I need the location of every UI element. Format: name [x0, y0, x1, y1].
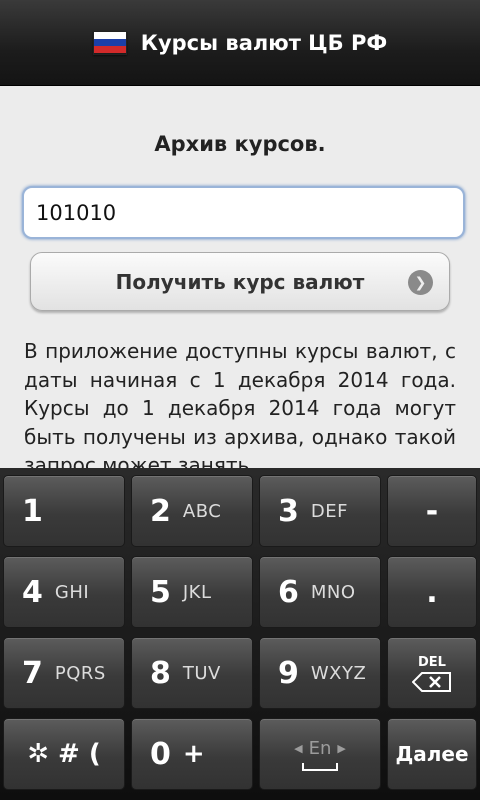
title-bar: Курсы валют ЦБ РФ	[0, 0, 480, 86]
date-input[interactable]: 101010	[22, 186, 465, 239]
get-rates-label: Получить курс валют	[115, 269, 365, 294]
chevron-right-icon: ❯	[408, 270, 433, 295]
key-6[interactable]: 6 MNO	[259, 556, 381, 628]
language-label: En	[308, 737, 332, 759]
arrow-left-icon: ◀	[294, 741, 303, 755]
archive-panel: Архив курсов. 101010 Получить курс валют…	[0, 86, 480, 468]
next-key[interactable]: Далее	[387, 718, 477, 790]
space-icon	[302, 762, 338, 771]
language-space-key[interactable]: ◀ En ▶	[259, 718, 381, 790]
key-8[interactable]: 8 TUV	[131, 637, 253, 709]
archive-heading: Архив курсов.	[154, 132, 326, 156]
key-5[interactable]: 5 JKL	[131, 556, 253, 628]
key-3[interactable]: 3 DEF	[259, 475, 381, 547]
key-0[interactable]: 0 +	[131, 718, 253, 790]
delete-key[interactable]: DEL	[387, 637, 477, 709]
key-minus[interactable]: -	[387, 475, 477, 547]
get-rates-button[interactable]: Получить курс валют ❯	[30, 252, 450, 311]
numeric-keyboard: 1 2 ABC 3 DEF - 4 GHI 5 JKL 6 MNO . 7 PQ…	[0, 468, 480, 800]
arrow-right-icon: ▶	[337, 741, 346, 755]
symbols-key[interactable]: ✲ # (	[3, 718, 125, 790]
key-4[interactable]: 4 GHI	[3, 556, 125, 628]
key-2[interactable]: 2 ABC	[131, 475, 253, 547]
info-text: В приложение доступны курсы валют, с дат…	[24, 339, 456, 468]
app-title: Курсы валют ЦБ РФ	[140, 30, 388, 55]
key-period[interactable]: .	[387, 556, 477, 628]
backspace-icon	[412, 671, 451, 692]
russia-flag-icon	[92, 30, 127, 55]
key-9[interactable]: 9 WXYZ	[259, 637, 381, 709]
key-1[interactable]: 1	[3, 475, 125, 547]
key-7[interactable]: 7 PQRS	[3, 637, 125, 709]
